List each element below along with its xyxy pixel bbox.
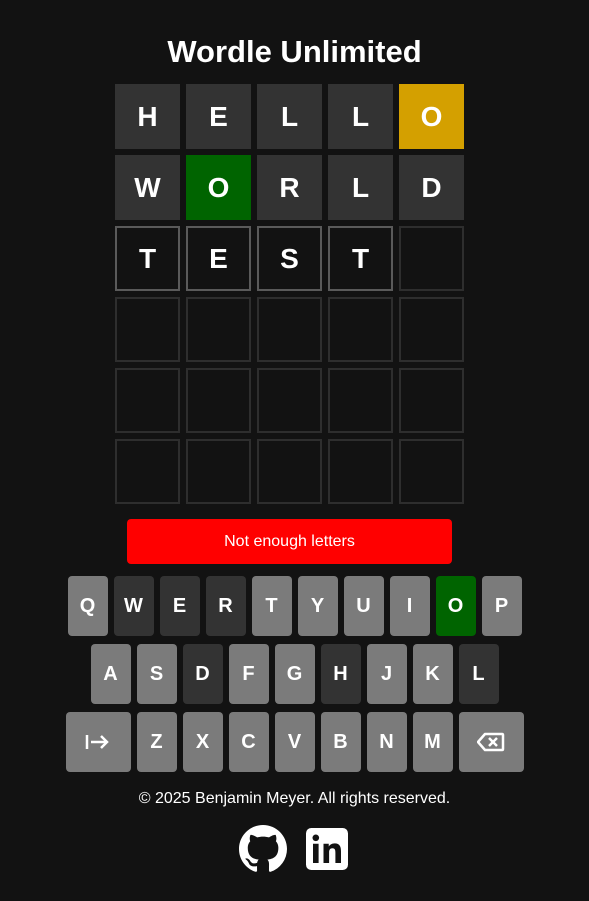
key-x[interactable]: X (182, 712, 223, 772)
key-d[interactable]: D (182, 644, 223, 704)
key-y[interactable]: Y (297, 576, 338, 636)
key-r[interactable]: R (205, 576, 246, 636)
board-row: HELLO (115, 84, 464, 149)
keyboard-row-1: QWERTYUIOP (0, 576, 589, 636)
board-row (115, 368, 464, 433)
board-tile: R (257, 155, 322, 220)
board-tile: O (399, 84, 464, 149)
board-row (115, 439, 464, 504)
board-row: WORLD (115, 155, 464, 220)
backspace-icon (477, 732, 505, 752)
board-row: TEST (115, 226, 464, 291)
board-tile (257, 297, 322, 362)
board-tile: E (186, 226, 251, 291)
board-row (115, 297, 464, 362)
key-v[interactable]: V (274, 712, 315, 772)
key-o[interactable]: O (435, 576, 476, 636)
key-t[interactable]: T (251, 576, 292, 636)
toast-message: Not enough letters (127, 519, 452, 564)
board-tile (399, 368, 464, 433)
key-h[interactable]: H (320, 644, 361, 704)
key-i[interactable]: I (389, 576, 430, 636)
game-board: HELLOWORLDTEST (115, 84, 464, 510)
copyright-text: © 2025 Benjamin Meyer. All rights reserv… (138, 790, 451, 807)
linkedin-icon (305, 828, 348, 870)
key-g[interactable]: G (274, 644, 315, 704)
key-c[interactable]: C (228, 712, 269, 772)
board-tile (328, 439, 393, 504)
board-tile (399, 439, 464, 504)
board-tile (257, 439, 322, 504)
key-k[interactable]: K (412, 644, 453, 704)
board-tile (115, 297, 180, 362)
board-tile (257, 368, 322, 433)
backspace-key[interactable] (458, 712, 524, 772)
board-tile: L (328, 155, 393, 220)
key-e[interactable]: E (159, 576, 200, 636)
board-tile (115, 368, 180, 433)
board-tile (186, 368, 251, 433)
page-title: Wordle Unlimited (167, 34, 422, 69)
keyboard-row-2: ASDFGHJKL (0, 644, 589, 704)
key-m[interactable]: M (412, 712, 453, 772)
key-a[interactable]: A (90, 644, 131, 704)
social-links (0, 824, 589, 874)
board-tile: T (115, 226, 180, 291)
key-u[interactable]: U (343, 576, 384, 636)
board-tile: E (186, 84, 251, 149)
board-tile: O (186, 155, 251, 220)
key-f[interactable]: F (228, 644, 269, 704)
board-tile (328, 368, 393, 433)
keyboard-row-3: ZXCVBNM (0, 712, 589, 772)
key-n[interactable]: N (366, 712, 407, 772)
board-tile (115, 439, 180, 504)
board-tile: W (115, 155, 180, 220)
key-q[interactable]: Q (67, 576, 108, 636)
board-tile: H (115, 84, 180, 149)
board-tile: D (399, 155, 464, 220)
key-p[interactable]: P (481, 576, 522, 636)
board-tile (328, 297, 393, 362)
board-tile (186, 439, 251, 504)
key-l[interactable]: L (458, 644, 499, 704)
board-tile: L (257, 84, 322, 149)
key-w[interactable]: W (113, 576, 154, 636)
key-z[interactable]: Z (136, 712, 177, 772)
board-tile: L (328, 84, 393, 149)
board-tile (399, 226, 464, 291)
enter-key[interactable] (65, 712, 131, 772)
enter-arrow-icon (85, 735, 109, 749)
key-b[interactable]: B (320, 712, 361, 772)
board-tile (186, 297, 251, 362)
key-s[interactable]: S (136, 644, 177, 704)
board-tile (399, 297, 464, 362)
board-tile: T (328, 226, 393, 291)
key-j[interactable]: J (366, 644, 407, 704)
board-tile: S (257, 226, 322, 291)
linkedin-link[interactable] (302, 824, 352, 874)
github-icon (238, 825, 287, 872)
github-link[interactable] (238, 824, 288, 874)
